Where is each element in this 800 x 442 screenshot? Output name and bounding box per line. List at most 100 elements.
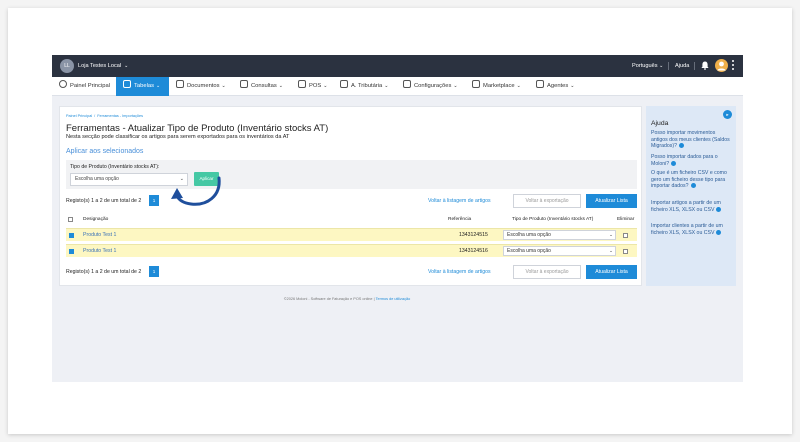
app-window: LL Loja Testes Local ⌄ Português ⌄ Ajuda … (52, 55, 743, 382)
help-question[interactable]: Posso importar dados para o Moloni? (651, 154, 731, 167)
nav-agentes[interactable]: Agentes ⌄ (536, 77, 574, 96)
update-list-button[interactable]: Atualizar Lista (586, 265, 637, 279)
column-header-reference: Referência (448, 217, 472, 222)
more-menu-icon[interactable] (732, 60, 734, 71)
language-selector[interactable]: Português ⌄ (632, 63, 663, 69)
column-header-delete: Eliminar (617, 217, 635, 222)
page-title: Ferramentas - Atualizar Tipo de Produto … (66, 123, 329, 134)
nav-label: Consultas (251, 83, 277, 89)
user-avatar[interactable] (715, 59, 728, 72)
nav-tabelas[interactable]: Tabelas ⌄ (116, 77, 169, 96)
nav-label: Tabelas (134, 83, 154, 89)
help-link[interactable]: Ajuda (675, 63, 689, 69)
info-icon (716, 229, 722, 235)
page-footer: ©2026 Moloni - Software de Faturação e P… (52, 297, 642, 301)
row-checkbox[interactable] (69, 249, 74, 254)
help-question[interactable]: O que é um ficheiro CSV e como gero um f… (651, 170, 731, 190)
nav-label: Agentes (547, 83, 569, 89)
product-name-link[interactable]: Produto Test 1 (83, 232, 116, 238)
select-value: Escolha uma opção (75, 176, 119, 182)
footer-separator: | (373, 297, 375, 301)
sliders-icon (403, 80, 411, 88)
update-list-button[interactable]: Atualizar Lista (586, 194, 637, 208)
help-question-text: Importar artigos a partir de um ficheiro… (651, 200, 721, 213)
column-header-designation: Designação (83, 217, 109, 222)
divider (694, 62, 695, 70)
panel-toggle-icon[interactable]: ▸ (723, 110, 732, 119)
nav-configuracoes[interactable]: Configurações ⌄ (403, 77, 458, 96)
chevron-down-icon: ⌄ (609, 248, 613, 253)
help-panel: ▸ Ajuda Posso importar movimentos antigo… (646, 106, 736, 286)
row-type-select[interactable]: Escolha uma opção ⌄ (503, 246, 616, 256)
chevron-down-icon: ⌄ (659, 63, 664, 69)
chevron-down-icon: ⌄ (516, 83, 521, 89)
apply-selected-heading: Aplicar aos selecionados (66, 148, 144, 155)
terms-link[interactable]: Termos de utilização (376, 297, 411, 301)
nav-consultas[interactable]: Consultas ⌄ (240, 77, 283, 96)
breadcrumb-home[interactable]: Painel Principal (66, 114, 92, 118)
info-icon (678, 143, 684, 148)
select-all-checkbox[interactable] (68, 217, 73, 222)
bell-icon[interactable] (701, 61, 709, 70)
nav-label: Painel Principal (70, 83, 110, 89)
store-avatar[interactable]: LL (60, 59, 74, 73)
nav-label: POS (309, 83, 322, 89)
help-question[interactable]: Importar artigos a partir de um ficheiro… (651, 200, 731, 213)
language-label: Português (632, 63, 658, 69)
store-selector[interactable]: Loja Testes Local ⌄ (78, 63, 128, 69)
store-icon (472, 80, 480, 88)
product-reference: 1343124516 (459, 248, 488, 254)
document-icon (176, 80, 184, 88)
scale-icon (340, 80, 348, 88)
delete-checkbox[interactable] (623, 249, 628, 254)
product-name-link[interactable]: Produto Test 1 (83, 248, 116, 254)
select-value: Escolha uma opção (507, 248, 551, 254)
product-type-label: Tipo de Produto (Inventário stocks AT): (70, 164, 160, 170)
chevron-down-icon: ⌄ (384, 83, 389, 89)
help-question-text: O que é um ficheiro CSV e como gero um f… (651, 170, 727, 189)
bulk-apply-box: Tipo de Produto (Inventário stocks AT): … (66, 160, 637, 189)
nav-marketplace[interactable]: Marketplace ⌄ (472, 77, 521, 96)
help-question[interactable]: Posso importar movimentos antigos dos me… (651, 130, 731, 150)
row-type-select[interactable]: Escolha uma opção ⌄ (503, 230, 616, 240)
nav-pos[interactable]: POS ⌄ (298, 77, 327, 96)
chevron-down-icon: ⌄ (124, 63, 129, 69)
chevron-down-icon: ⌄ (570, 83, 575, 89)
people-icon (123, 80, 131, 88)
chevron-down-icon: ⌄ (609, 232, 613, 237)
divider (668, 62, 669, 70)
back-to-articles-link[interactable]: Voltar à listagem de artigos (428, 198, 491, 204)
page-subtitle: Nesta secção pode classificar os artigos… (66, 134, 290, 140)
records-summary-bottom: Registo(s) 1 a 2 de um total de 2 (66, 269, 142, 275)
info-icon (716, 206, 722, 212)
breadcrumb-current[interactable]: Ferramentas - Importações (97, 114, 143, 118)
nav-label: A. Tributária (351, 83, 383, 89)
nav-label: Documentos (187, 83, 220, 89)
list-icon (240, 80, 248, 88)
nav-painel-principal[interactable]: Painel Principal (59, 77, 110, 96)
store-name: Loja Testes Local (78, 63, 122, 69)
table-row: Produto Test 1 1343124515 Escolha uma op… (66, 228, 637, 241)
page-1-button[interactable]: 1 (149, 266, 159, 277)
back-to-export-button[interactable]: Voltar à exportação (513, 194, 581, 208)
nav-a-tributaria[interactable]: A. Tributária ⌄ (340, 77, 388, 96)
chevron-down-icon: ⌄ (323, 83, 328, 89)
help-question-text: Posso importar dados para o Moloni? (651, 154, 718, 167)
row-checkbox[interactable] (69, 233, 74, 238)
chevron-down-icon: ⌄ (155, 83, 161, 89)
delete-checkbox[interactable] (623, 233, 628, 238)
back-to-articles-link[interactable]: Voltar à listagem de artigos (428, 269, 491, 275)
page-1-button[interactable]: 1 (149, 195, 159, 206)
nav-label: Marketplace (483, 83, 515, 89)
footer-copyright: ©2026 Moloni - Software de Faturação e P… (283, 297, 373, 301)
help-question-text: Importar clientes a partir de um ficheir… (651, 223, 723, 236)
select-value: Escolha uma opção (507, 232, 551, 238)
chevron-down-icon: ⌄ (221, 83, 226, 89)
nav-documentos[interactable]: Documentos ⌄ (176, 77, 226, 96)
chevron-down-icon: ⌄ (278, 83, 283, 89)
back-to-export-button[interactable]: Voltar à exportação (513, 265, 581, 279)
breadcrumb-separator: / (94, 114, 96, 118)
top-bar: LL Loja Testes Local ⌄ Português ⌄ Ajuda (52, 55, 743, 77)
help-question[interactable]: Importar clientes a partir de um ficheir… (651, 223, 731, 236)
nav-label: Configurações (414, 83, 452, 89)
